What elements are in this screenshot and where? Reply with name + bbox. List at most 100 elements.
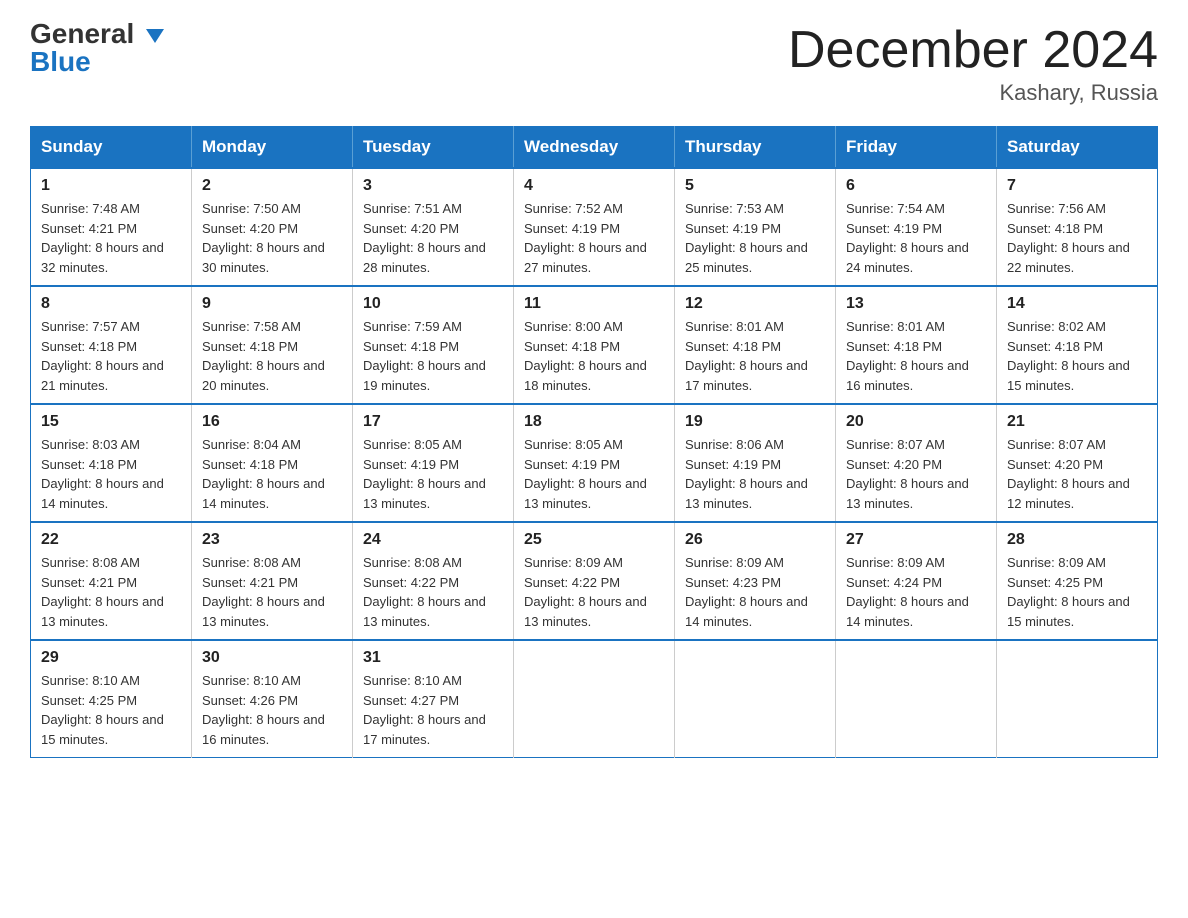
day-info: Sunrise: 8:00 AMSunset: 4:18 PMDaylight:… <box>524 317 664 395</box>
day-info: Sunrise: 8:06 AMSunset: 4:19 PMDaylight:… <box>685 435 825 513</box>
day-info: Sunrise: 8:08 AMSunset: 4:22 PMDaylight:… <box>363 553 503 631</box>
calendar-cell: 29 Sunrise: 8:10 AMSunset: 4:25 PMDaylig… <box>31 640 192 758</box>
day-number: 13 <box>846 295 986 313</box>
calendar-cell: 9 Sunrise: 7:58 AMSunset: 4:18 PMDayligh… <box>192 286 353 404</box>
day-number: 20 <box>846 413 986 431</box>
day-info: Sunrise: 8:03 AMSunset: 4:18 PMDaylight:… <box>41 435 181 513</box>
day-info: Sunrise: 8:05 AMSunset: 4:19 PMDaylight:… <box>524 435 664 513</box>
day-info: Sunrise: 8:09 AMSunset: 4:22 PMDaylight:… <box>524 553 664 631</box>
calendar-cell: 25 Sunrise: 8:09 AMSunset: 4:22 PMDaylig… <box>514 522 675 640</box>
col-header-tuesday: Tuesday <box>353 127 514 169</box>
day-number: 30 <box>202 649 342 667</box>
calendar-cell: 15 Sunrise: 8:03 AMSunset: 4:18 PMDaylig… <box>31 404 192 522</box>
calendar-week-row: 29 Sunrise: 8:10 AMSunset: 4:25 PMDaylig… <box>31 640 1158 758</box>
day-number: 19 <box>685 413 825 431</box>
day-number: 7 <box>1007 177 1147 195</box>
day-number: 23 <box>202 531 342 549</box>
col-header-friday: Friday <box>836 127 997 169</box>
calendar-cell <box>997 640 1158 758</box>
day-number: 25 <box>524 531 664 549</box>
calendar-table: SundayMondayTuesdayWednesdayThursdayFrid… <box>30 126 1158 758</box>
day-number: 17 <box>363 413 503 431</box>
day-info: Sunrise: 7:52 AMSunset: 4:19 PMDaylight:… <box>524 199 664 277</box>
calendar-cell: 8 Sunrise: 7:57 AMSunset: 4:18 PMDayligh… <box>31 286 192 404</box>
calendar-week-row: 15 Sunrise: 8:03 AMSunset: 4:18 PMDaylig… <box>31 404 1158 522</box>
day-info: Sunrise: 8:09 AMSunset: 4:24 PMDaylight:… <box>846 553 986 631</box>
day-number: 21 <box>1007 413 1147 431</box>
calendar-cell <box>836 640 997 758</box>
day-number: 31 <box>363 649 503 667</box>
day-info: Sunrise: 8:07 AMSunset: 4:20 PMDaylight:… <box>846 435 986 513</box>
logo: General Blue <box>30 20 164 76</box>
day-number: 28 <box>1007 531 1147 549</box>
calendar-cell: 13 Sunrise: 8:01 AMSunset: 4:18 PMDaylig… <box>836 286 997 404</box>
calendar-week-row: 8 Sunrise: 7:57 AMSunset: 4:18 PMDayligh… <box>31 286 1158 404</box>
calendar-cell: 22 Sunrise: 8:08 AMSunset: 4:21 PMDaylig… <box>31 522 192 640</box>
day-info: Sunrise: 8:07 AMSunset: 4:20 PMDaylight:… <box>1007 435 1147 513</box>
day-info: Sunrise: 8:10 AMSunset: 4:27 PMDaylight:… <box>363 671 503 749</box>
page-header: General Blue December 2024 Kashary, Russ… <box>30 20 1158 106</box>
calendar-cell: 19 Sunrise: 8:06 AMSunset: 4:19 PMDaylig… <box>675 404 836 522</box>
calendar-subtitle: Kashary, Russia <box>788 80 1158 106</box>
day-number: 10 <box>363 295 503 313</box>
day-number: 22 <box>41 531 181 549</box>
day-number: 2 <box>202 177 342 195</box>
col-header-wednesday: Wednesday <box>514 127 675 169</box>
calendar-cell: 4 Sunrise: 7:52 AMSunset: 4:19 PMDayligh… <box>514 168 675 286</box>
day-number: 4 <box>524 177 664 195</box>
logo-line2: Blue <box>30 48 91 76</box>
day-number: 24 <box>363 531 503 549</box>
calendar-cell: 6 Sunrise: 7:54 AMSunset: 4:19 PMDayligh… <box>836 168 997 286</box>
day-number: 3 <box>363 177 503 195</box>
calendar-cell: 10 Sunrise: 7:59 AMSunset: 4:18 PMDaylig… <box>353 286 514 404</box>
day-info: Sunrise: 8:09 AMSunset: 4:23 PMDaylight:… <box>685 553 825 631</box>
calendar-cell: 5 Sunrise: 7:53 AMSunset: 4:19 PMDayligh… <box>675 168 836 286</box>
day-info: Sunrise: 8:10 AMSunset: 4:26 PMDaylight:… <box>202 671 342 749</box>
day-info: Sunrise: 7:50 AMSunset: 4:20 PMDaylight:… <box>202 199 342 277</box>
calendar-cell: 14 Sunrise: 8:02 AMSunset: 4:18 PMDaylig… <box>997 286 1158 404</box>
day-number: 5 <box>685 177 825 195</box>
calendar-cell <box>675 640 836 758</box>
day-info: Sunrise: 7:54 AMSunset: 4:19 PMDaylight:… <box>846 199 986 277</box>
day-info: Sunrise: 8:10 AMSunset: 4:25 PMDaylight:… <box>41 671 181 749</box>
day-info: Sunrise: 7:48 AMSunset: 4:21 PMDaylight:… <box>41 199 181 277</box>
day-info: Sunrise: 8:01 AMSunset: 4:18 PMDaylight:… <box>685 317 825 395</box>
day-info: Sunrise: 8:01 AMSunset: 4:18 PMDaylight:… <box>846 317 986 395</box>
day-info: Sunrise: 7:59 AMSunset: 4:18 PMDaylight:… <box>363 317 503 395</box>
day-info: Sunrise: 7:58 AMSunset: 4:18 PMDaylight:… <box>202 317 342 395</box>
day-number: 18 <box>524 413 664 431</box>
calendar-cell: 16 Sunrise: 8:04 AMSunset: 4:18 PMDaylig… <box>192 404 353 522</box>
day-number: 16 <box>202 413 342 431</box>
day-info: Sunrise: 8:05 AMSunset: 4:19 PMDaylight:… <box>363 435 503 513</box>
day-info: Sunrise: 8:02 AMSunset: 4:18 PMDaylight:… <box>1007 317 1147 395</box>
calendar-cell: 7 Sunrise: 7:56 AMSunset: 4:18 PMDayligh… <box>997 168 1158 286</box>
day-number: 12 <box>685 295 825 313</box>
day-info: Sunrise: 7:56 AMSunset: 4:18 PMDaylight:… <box>1007 199 1147 277</box>
calendar-cell: 18 Sunrise: 8:05 AMSunset: 4:19 PMDaylig… <box>514 404 675 522</box>
calendar-cell: 26 Sunrise: 8:09 AMSunset: 4:23 PMDaylig… <box>675 522 836 640</box>
calendar-cell: 1 Sunrise: 7:48 AMSunset: 4:21 PMDayligh… <box>31 168 192 286</box>
day-number: 27 <box>846 531 986 549</box>
day-info: Sunrise: 8:09 AMSunset: 4:25 PMDaylight:… <box>1007 553 1147 631</box>
day-number: 1 <box>41 177 181 195</box>
calendar-title: December 2024 <box>788 20 1158 80</box>
calendar-header-row: SundayMondayTuesdayWednesdayThursdayFrid… <box>31 127 1158 169</box>
calendar-cell: 28 Sunrise: 8:09 AMSunset: 4:25 PMDaylig… <box>997 522 1158 640</box>
day-number: 9 <box>202 295 342 313</box>
day-info: Sunrise: 7:57 AMSunset: 4:18 PMDaylight:… <box>41 317 181 395</box>
calendar-cell: 23 Sunrise: 8:08 AMSunset: 4:21 PMDaylig… <box>192 522 353 640</box>
day-number: 8 <box>41 295 181 313</box>
calendar-cell: 20 Sunrise: 8:07 AMSunset: 4:20 PMDaylig… <box>836 404 997 522</box>
calendar-cell: 17 Sunrise: 8:05 AMSunset: 4:19 PMDaylig… <box>353 404 514 522</box>
col-header-sunday: Sunday <box>31 127 192 169</box>
calendar-cell: 31 Sunrise: 8:10 AMSunset: 4:27 PMDaylig… <box>353 640 514 758</box>
calendar-cell: 12 Sunrise: 8:01 AMSunset: 4:18 PMDaylig… <box>675 286 836 404</box>
col-header-monday: Monday <box>192 127 353 169</box>
day-info: Sunrise: 7:53 AMSunset: 4:19 PMDaylight:… <box>685 199 825 277</box>
calendar-week-row: 22 Sunrise: 8:08 AMSunset: 4:21 PMDaylig… <box>31 522 1158 640</box>
calendar-cell: 11 Sunrise: 8:00 AMSunset: 4:18 PMDaylig… <box>514 286 675 404</box>
calendar-week-row: 1 Sunrise: 7:48 AMSunset: 4:21 PMDayligh… <box>31 168 1158 286</box>
day-number: 15 <box>41 413 181 431</box>
calendar-cell: 24 Sunrise: 8:08 AMSunset: 4:22 PMDaylig… <box>353 522 514 640</box>
logo-line1: General <box>30 20 164 48</box>
